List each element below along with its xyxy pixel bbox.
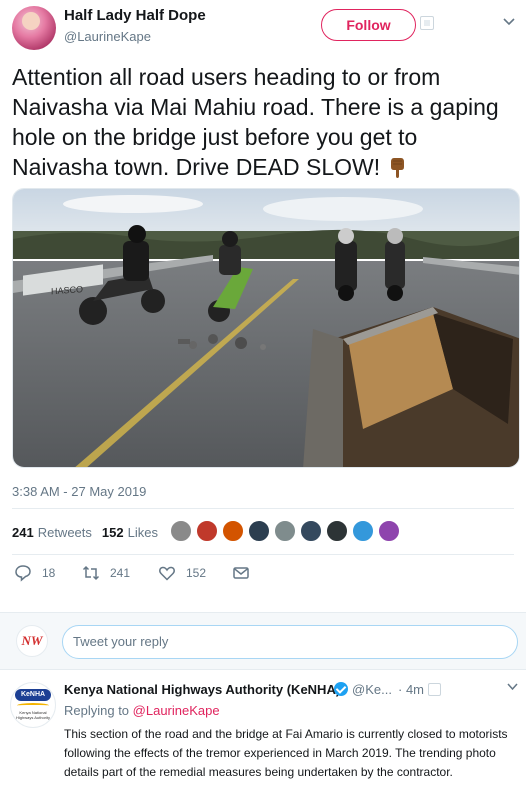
tweet-stats: 241 Retweets 152 Likes bbox=[12, 516, 158, 548]
replying-to-handle-link[interactable]: @LaurineKape bbox=[133, 703, 220, 718]
pointing-down-hand-icon bbox=[387, 155, 409, 178]
author-avatar[interactable] bbox=[12, 6, 56, 50]
tweet-photo[interactable]: HASCO bbox=[12, 188, 520, 468]
likes-label[interactable]: Likes bbox=[128, 525, 158, 540]
kenha-logo-caption: Kenya National Highways Authority bbox=[15, 710, 50, 720]
liker-avatar[interactable] bbox=[352, 520, 374, 542]
divider bbox=[12, 554, 514, 555]
chevron-down-icon[interactable] bbox=[506, 680, 519, 695]
kenha-logo-swoosh bbox=[17, 703, 49, 708]
envelope-icon bbox=[233, 567, 249, 579]
liker-avatar[interactable] bbox=[222, 520, 244, 542]
retweets-count[interactable]: 241 bbox=[12, 525, 34, 540]
verified-badge-icon bbox=[334, 682, 348, 696]
reply-time[interactable]: · 4m bbox=[398, 682, 424, 697]
current-user-avatar-text: NW bbox=[21, 633, 43, 648]
tweet-body: Attention all road users heading to or f… bbox=[12, 64, 499, 180]
replying-prefix: Replying to bbox=[64, 703, 130, 718]
reply-tweet[interactable]: KeNHA Kenya National Highways Authority … bbox=[0, 672, 526, 800]
liker-avatar[interactable] bbox=[300, 520, 322, 542]
liker-avatar[interactable] bbox=[170, 520, 192, 542]
placeholder-image-icon bbox=[420, 16, 434, 30]
reply-action[interactable]: 18 bbox=[14, 564, 55, 582]
divider bbox=[12, 508, 514, 509]
retweet-icon bbox=[82, 565, 100, 581]
liker-avatar[interactable] bbox=[274, 520, 296, 542]
tweet-actions: 18 241 152 bbox=[14, 564, 314, 586]
reply-icon bbox=[15, 565, 31, 582]
like-count: 152 bbox=[186, 566, 207, 580]
tweet-timestamp[interactable]: 3:38 AM - 27 May 2019 bbox=[12, 484, 146, 499]
placeholder-image-icon bbox=[428, 683, 441, 696]
liker-avatar[interactable] bbox=[378, 520, 400, 542]
chevron-down-icon[interactable] bbox=[502, 14, 516, 30]
kenha-logo-text: KeNHA bbox=[15, 689, 51, 701]
tweet-reply-input[interactable]: Tweet your reply bbox=[62, 625, 518, 659]
retweet-action[interactable]: 241 bbox=[82, 564, 130, 582]
follow-button[interactable]: Follow bbox=[321, 9, 416, 41]
liker-avatar[interactable] bbox=[248, 520, 270, 542]
heart-icon bbox=[159, 566, 175, 581]
reply-author-name[interactable]: Kenya National Highways Authority (KeNHA… bbox=[64, 682, 340, 697]
liker-avatar[interactable] bbox=[196, 520, 218, 542]
reply-count: 18 bbox=[42, 566, 56, 580]
reply-text: This section of the road and the bridge … bbox=[64, 727, 508, 779]
likes-count[interactable]: 152 bbox=[102, 525, 124, 540]
reply-composer: NW Tweet your reply bbox=[0, 612, 526, 670]
liker-avatar[interactable] bbox=[326, 520, 348, 542]
retweet-count: 241 bbox=[110, 566, 131, 580]
tweet-text: Attention all road users heading to or f… bbox=[12, 62, 517, 182]
kenha-avatar[interactable]: KeNHA Kenya National Highways Authority bbox=[10, 682, 56, 728]
reply-author-handle[interactable]: @Ke... bbox=[352, 682, 392, 697]
direct-message-action[interactable] bbox=[232, 564, 260, 582]
author-handle[interactable]: @LaurineKape bbox=[64, 29, 151, 44]
replying-to: Replying to @LaurineKape bbox=[64, 703, 220, 718]
current-user-avatar[interactable]: NW bbox=[16, 625, 48, 657]
author-display-name[interactable]: Half Lady Half Dope bbox=[64, 7, 206, 24]
tweet-header: Half Lady Half Dope @LaurineKape Follow bbox=[0, 0, 526, 58]
like-action[interactable]: 152 bbox=[158, 564, 206, 582]
retweets-label[interactable]: Retweets bbox=[38, 525, 92, 540]
liker-avatars bbox=[170, 520, 404, 542]
